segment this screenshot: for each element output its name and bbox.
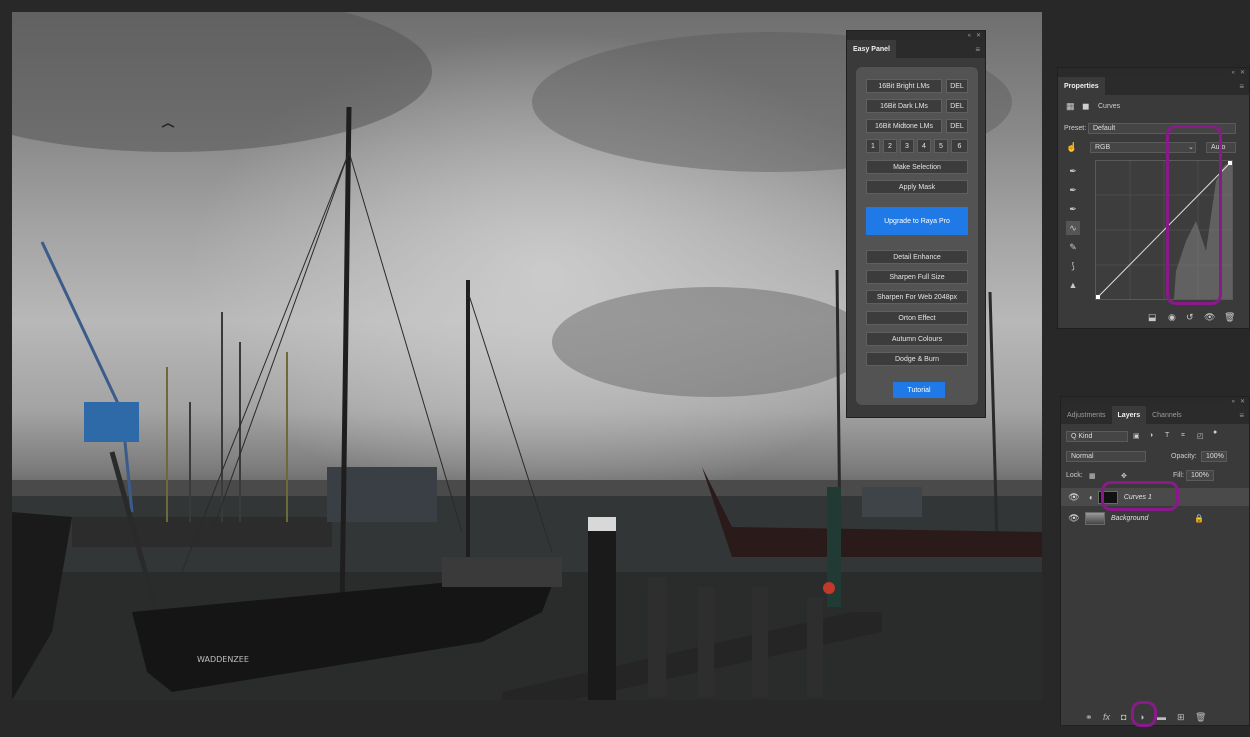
curves-adjustment-icon: ▦ <box>1066 101 1075 111</box>
preset-label: Preset: <box>1064 125 1087 132</box>
visibility-eye-icon[interactable]: 👁 <box>1067 492 1081 503</box>
filter-smart-object-icon[interactable]: ◰ <box>1197 432 1204 440</box>
mask-icon[interactable]: ◼ <box>1082 101 1089 112</box>
filter-kind-select[interactable]: Q Kind <box>1066 431 1128 442</box>
easy-panel-body: 16Bit Bright LMs DEL 16Bit Dark LMs DEL … <box>856 67 978 405</box>
smooth-curve-icon[interactable]: ⟆ <box>1066 259 1080 273</box>
easy-panel-tabs: Easy Panel ≡ <box>847 40 985 58</box>
black-point-eyedropper-icon[interactable]: ✒ <box>1066 164 1080 178</box>
apply-mask-button[interactable]: Apply Mask <box>866 180 968 194</box>
view-previous-state-icon[interactable]: ◉ <box>1168 312 1176 323</box>
panel-menu-icon[interactable]: ≡ <box>1239 411 1244 420</box>
reset-icon[interactable]: ↺ <box>1186 312 1194 323</box>
midtone-lms-button[interactable]: 16Bit Midtone LMs <box>866 119 942 133</box>
filter-toggle-icon[interactable]: ● <box>1213 429 1217 436</box>
annotation-circle-curve <box>1166 125 1222 305</box>
panel-menu-icon[interactable]: ≡ <box>975 45 980 54</box>
lock-transparent-icon[interactable]: ▦ <box>1089 472 1096 480</box>
delete-layer-icon[interactable]: 🗑 <box>1195 712 1206 723</box>
fill-input[interactable]: 100% <box>1186 470 1214 481</box>
layers-tabs: Adjustments Layers Channels ≡ <box>1061 406 1249 424</box>
sharpen-web-button[interactable]: Sharpen For Web 2048px <box>866 290 968 304</box>
tutorial-button[interactable]: Tutorial <box>893 382 945 398</box>
panel-titlebar: « ✕ <box>847 31 985 40</box>
tab-easy-panel[interactable]: Easy Panel <box>847 40 896 58</box>
collapse-icon[interactable]: « <box>1232 399 1235 405</box>
del-midtone-button[interactable]: DEL <box>946 119 968 133</box>
orton-effect-button[interactable]: Orton Effect <box>866 311 968 325</box>
white-point-eyedropper-icon[interactable]: ✒ <box>1066 202 1080 216</box>
clip-to-layer-icon[interactable]: ⬓ <box>1148 312 1157 323</box>
tab-layers[interactable]: Layers <box>1111 406 1147 424</box>
panel-titlebar: « ✕ <box>1058 68 1249 77</box>
photoshop-window: WADDENZEE « ✕ Easy Panel ≡ 16Bit Bright … <box>0 0 1250 737</box>
dodge-burn-button[interactable]: Dodge & Burn <box>866 352 968 366</box>
fx-icon[interactable]: fx <box>1103 712 1110 722</box>
delete-icon[interactable]: 🗑 <box>1224 312 1235 323</box>
detail-enhance-button[interactable]: Detail Enhance <box>866 250 968 264</box>
lock-icon: 🔒 <box>1194 513 1205 523</box>
annotation-circle-mask <box>1101 481 1179 511</box>
lock-label: Lock: <box>1066 472 1083 479</box>
properties-tabs: Properties ≡ <box>1058 77 1249 95</box>
new-group-icon[interactable]: ▬ <box>1157 712 1166 722</box>
number-5-button[interactable]: 5 <box>934 139 948 153</box>
panel-titlebar: « ✕ <box>1061 397 1249 406</box>
collapse-icon[interactable]: « <box>968 33 971 39</box>
tab-channels[interactable]: Channels <box>1146 406 1188 424</box>
easy-panel: « ✕ Easy Panel ≡ 16Bit Bright LMs DEL 16… <box>846 30 986 418</box>
add-mask-icon[interactable]: ◘ <box>1121 712 1126 722</box>
new-layer-icon[interactable]: ⊞ <box>1177 712 1185 723</box>
tab-properties[interactable]: Properties <box>1058 77 1105 95</box>
number-4-button[interactable]: 4 <box>917 139 931 153</box>
number-3-button[interactable]: 3 <box>900 139 914 153</box>
curves-layer-icon: ◐ <box>1089 492 1094 502</box>
upgrade-raya-pro-button[interactable]: Upgrade to Raya Pro <box>866 207 968 235</box>
opacity-label: Opacity: <box>1171 453 1197 460</box>
tab-adjustments[interactable]: Adjustments <box>1061 406 1112 424</box>
properties-panel: « ✕ Properties ≡ ▦ ◼ Curves Preset: Defa… <box>1057 67 1250 329</box>
gray-point-eyedropper-icon[interactable]: ✒ <box>1066 183 1080 197</box>
curve-edit-points-icon[interactable]: ∿ <box>1066 221 1080 235</box>
pencil-icon[interactable]: ✎ <box>1066 240 1080 254</box>
number-1-button[interactable]: 1 <box>866 139 880 153</box>
layer-name[interactable]: Background <box>1111 515 1148 522</box>
sharpen-full-size-button[interactable]: Sharpen Full Size <box>866 270 968 284</box>
make-selection-button[interactable]: Make Selection <box>866 160 968 174</box>
targeted-adjustment-icon[interactable]: ☝ <box>1066 142 1077 153</box>
panel-menu-icon[interactable]: ≡ <box>1239 82 1244 91</box>
close-icon[interactable]: ✕ <box>1240 69 1245 76</box>
annotation-circle-adjustment <box>1131 701 1157 727</box>
fill-label: Fill: <box>1173 472 1184 479</box>
visibility-eye-icon[interactable]: 👁 <box>1067 513 1081 524</box>
boat-name-text: WADDENZEE <box>197 655 249 664</box>
clipping-warning-icon[interactable]: ▲ <box>1066 278 1080 292</box>
filter-pixel-icon[interactable]: ▣ <box>1133 432 1140 440</box>
filter-adjustment-icon[interactable]: ◑ <box>1149 432 1153 439</box>
layer-row-background[interactable]: 👁 Background 🔒 <box>1061 509 1249 527</box>
lock-position-icon[interactable]: ✥ <box>1121 472 1127 480</box>
close-icon[interactable]: ✕ <box>1240 398 1245 405</box>
filter-type-icon[interactable]: T <box>1165 432 1169 439</box>
number-6-button[interactable]: 6 <box>951 139 968 153</box>
number-2-button[interactable]: 2 <box>883 139 897 153</box>
close-icon[interactable]: ✕ <box>976 32 981 39</box>
del-dark-button[interactable]: DEL <box>946 99 968 113</box>
opacity-input[interactable]: 100% <box>1201 451 1227 462</box>
blend-mode-select[interactable]: Normal <box>1066 451 1146 462</box>
filter-shape-icon[interactable]: ⌗ <box>1181 432 1185 440</box>
collapse-icon[interactable]: « <box>1232 70 1235 76</box>
bright-lms-button[interactable]: 16Bit Bright LMs <box>866 79 942 93</box>
layer-thumbnail[interactable] <box>1085 511 1105 525</box>
dark-lms-button[interactable]: 16Bit Dark LMs <box>866 99 942 113</box>
visibility-eye-icon[interactable]: 👁 <box>1204 312 1215 323</box>
del-bright-button[interactable]: DEL <box>946 79 968 93</box>
layers-panel: « ✕ Adjustments Layers Channels ≡ Q Kind… <box>1060 396 1250 727</box>
layer-type-label: Curves <box>1098 103 1121 110</box>
autumn-colours-button[interactable]: Autumn Colours <box>866 332 968 346</box>
link-layers-icon[interactable]: ⚭ <box>1085 712 1093 723</box>
